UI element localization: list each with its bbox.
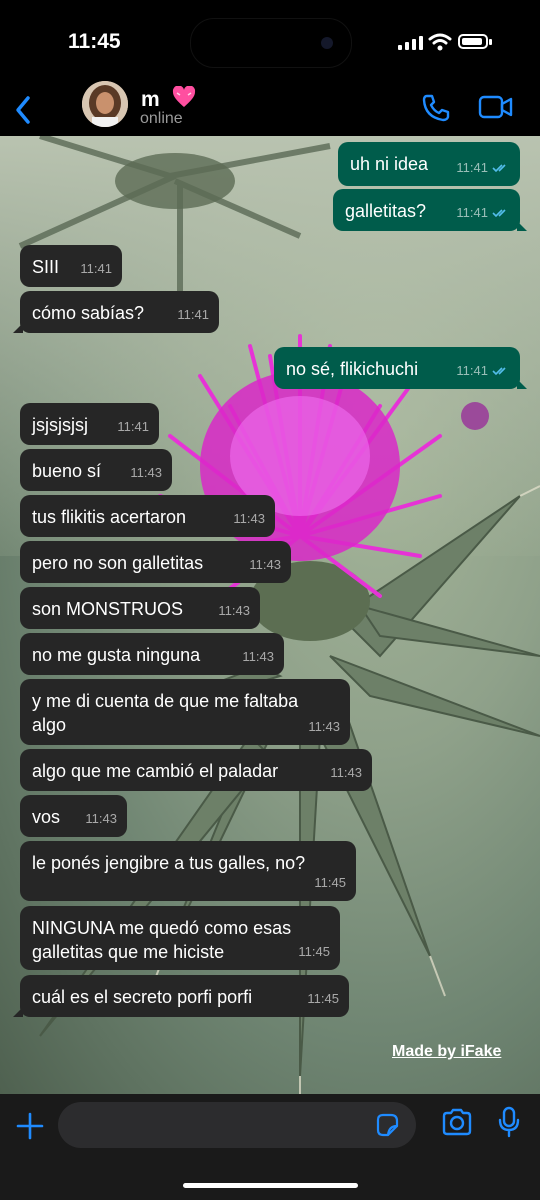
read-receipt-icon xyxy=(492,164,506,173)
message-bubble-incoming[interactable]: no me gusta ninguna 11:43 xyxy=(20,633,284,675)
sticker-icon[interactable] xyxy=(374,1112,400,1138)
video-camera-icon[interactable] xyxy=(478,94,514,120)
message-bubble-incoming[interactable]: cómo sabías? 11:41 xyxy=(13,291,219,333)
message-bubble-incoming[interactable]: jsjsjsjsj 11:41 xyxy=(20,403,159,445)
cellular-signal-icon xyxy=(398,36,423,50)
read-receipt-icon xyxy=(492,209,506,218)
message-bubble-incoming[interactable]: vos 11:43 xyxy=(20,795,127,837)
message-bubble-incoming[interactable]: algo que me cambió el paladar 11:43 xyxy=(20,749,372,791)
message-bubble-incoming[interactable]: SIII 11:41 xyxy=(20,245,122,287)
wifi-icon xyxy=(428,33,452,51)
message-bubble-incoming[interactable]: bueno sí 11:43 xyxy=(20,449,172,491)
status-time: 11:45 xyxy=(68,30,121,53)
message-input[interactable] xyxy=(58,1102,416,1148)
contact-name[interactable]: m xyxy=(141,86,196,112)
contact-status: online xyxy=(140,110,183,127)
message-bubble-incoming[interactable]: pero no son galletitas 11:43 xyxy=(20,541,291,583)
pink-heart-icon xyxy=(172,86,195,107)
message-bubble-incoming[interactable]: NINGUNA me quedó como esas galletitas qu… xyxy=(20,906,340,970)
avatar[interactable] xyxy=(82,81,128,127)
message-bubble-incoming[interactable]: y me di cuenta de que me faltaba algo 11… xyxy=(20,679,350,745)
watermark: Made by iFake xyxy=(392,1043,502,1060)
chat-header: m online xyxy=(0,81,540,136)
battery-icon xyxy=(458,34,492,49)
message-bubble-incoming[interactable]: son MONSTRUOS 11:43 xyxy=(20,587,260,629)
phone-icon[interactable] xyxy=(421,93,451,123)
dynamic-island xyxy=(190,18,352,68)
message-bubble-outgoing[interactable]: no sé, flikichuchi 11:41 xyxy=(274,347,527,389)
read-receipt-icon xyxy=(492,367,506,376)
chat-screen: 11:45 m online uh ni idea 11:41 galletit… xyxy=(0,0,540,1200)
message-bubble-incoming[interactable]: le ponés jengibre a tus galles, no? 11:4… xyxy=(20,841,356,901)
microphone-icon[interactable] xyxy=(497,1106,521,1138)
camera-icon[interactable] xyxy=(441,1108,473,1136)
message-bubble-outgoing[interactable]: galletitas? 11:41 xyxy=(333,189,527,231)
message-bubble-outgoing[interactable]: uh ni idea 11:41 xyxy=(338,142,520,186)
home-indicator xyxy=(183,1183,358,1188)
status-bar: 11:45 xyxy=(0,0,540,86)
chevron-left-icon[interactable] xyxy=(10,90,36,130)
plus-icon[interactable] xyxy=(16,1112,44,1140)
message-bubble-incoming[interactable]: cuál es el secreto porfi porfi 11:45 xyxy=(13,975,349,1017)
message-bubble-incoming[interactable]: tus flikitis acertaron 11:43 xyxy=(20,495,275,537)
